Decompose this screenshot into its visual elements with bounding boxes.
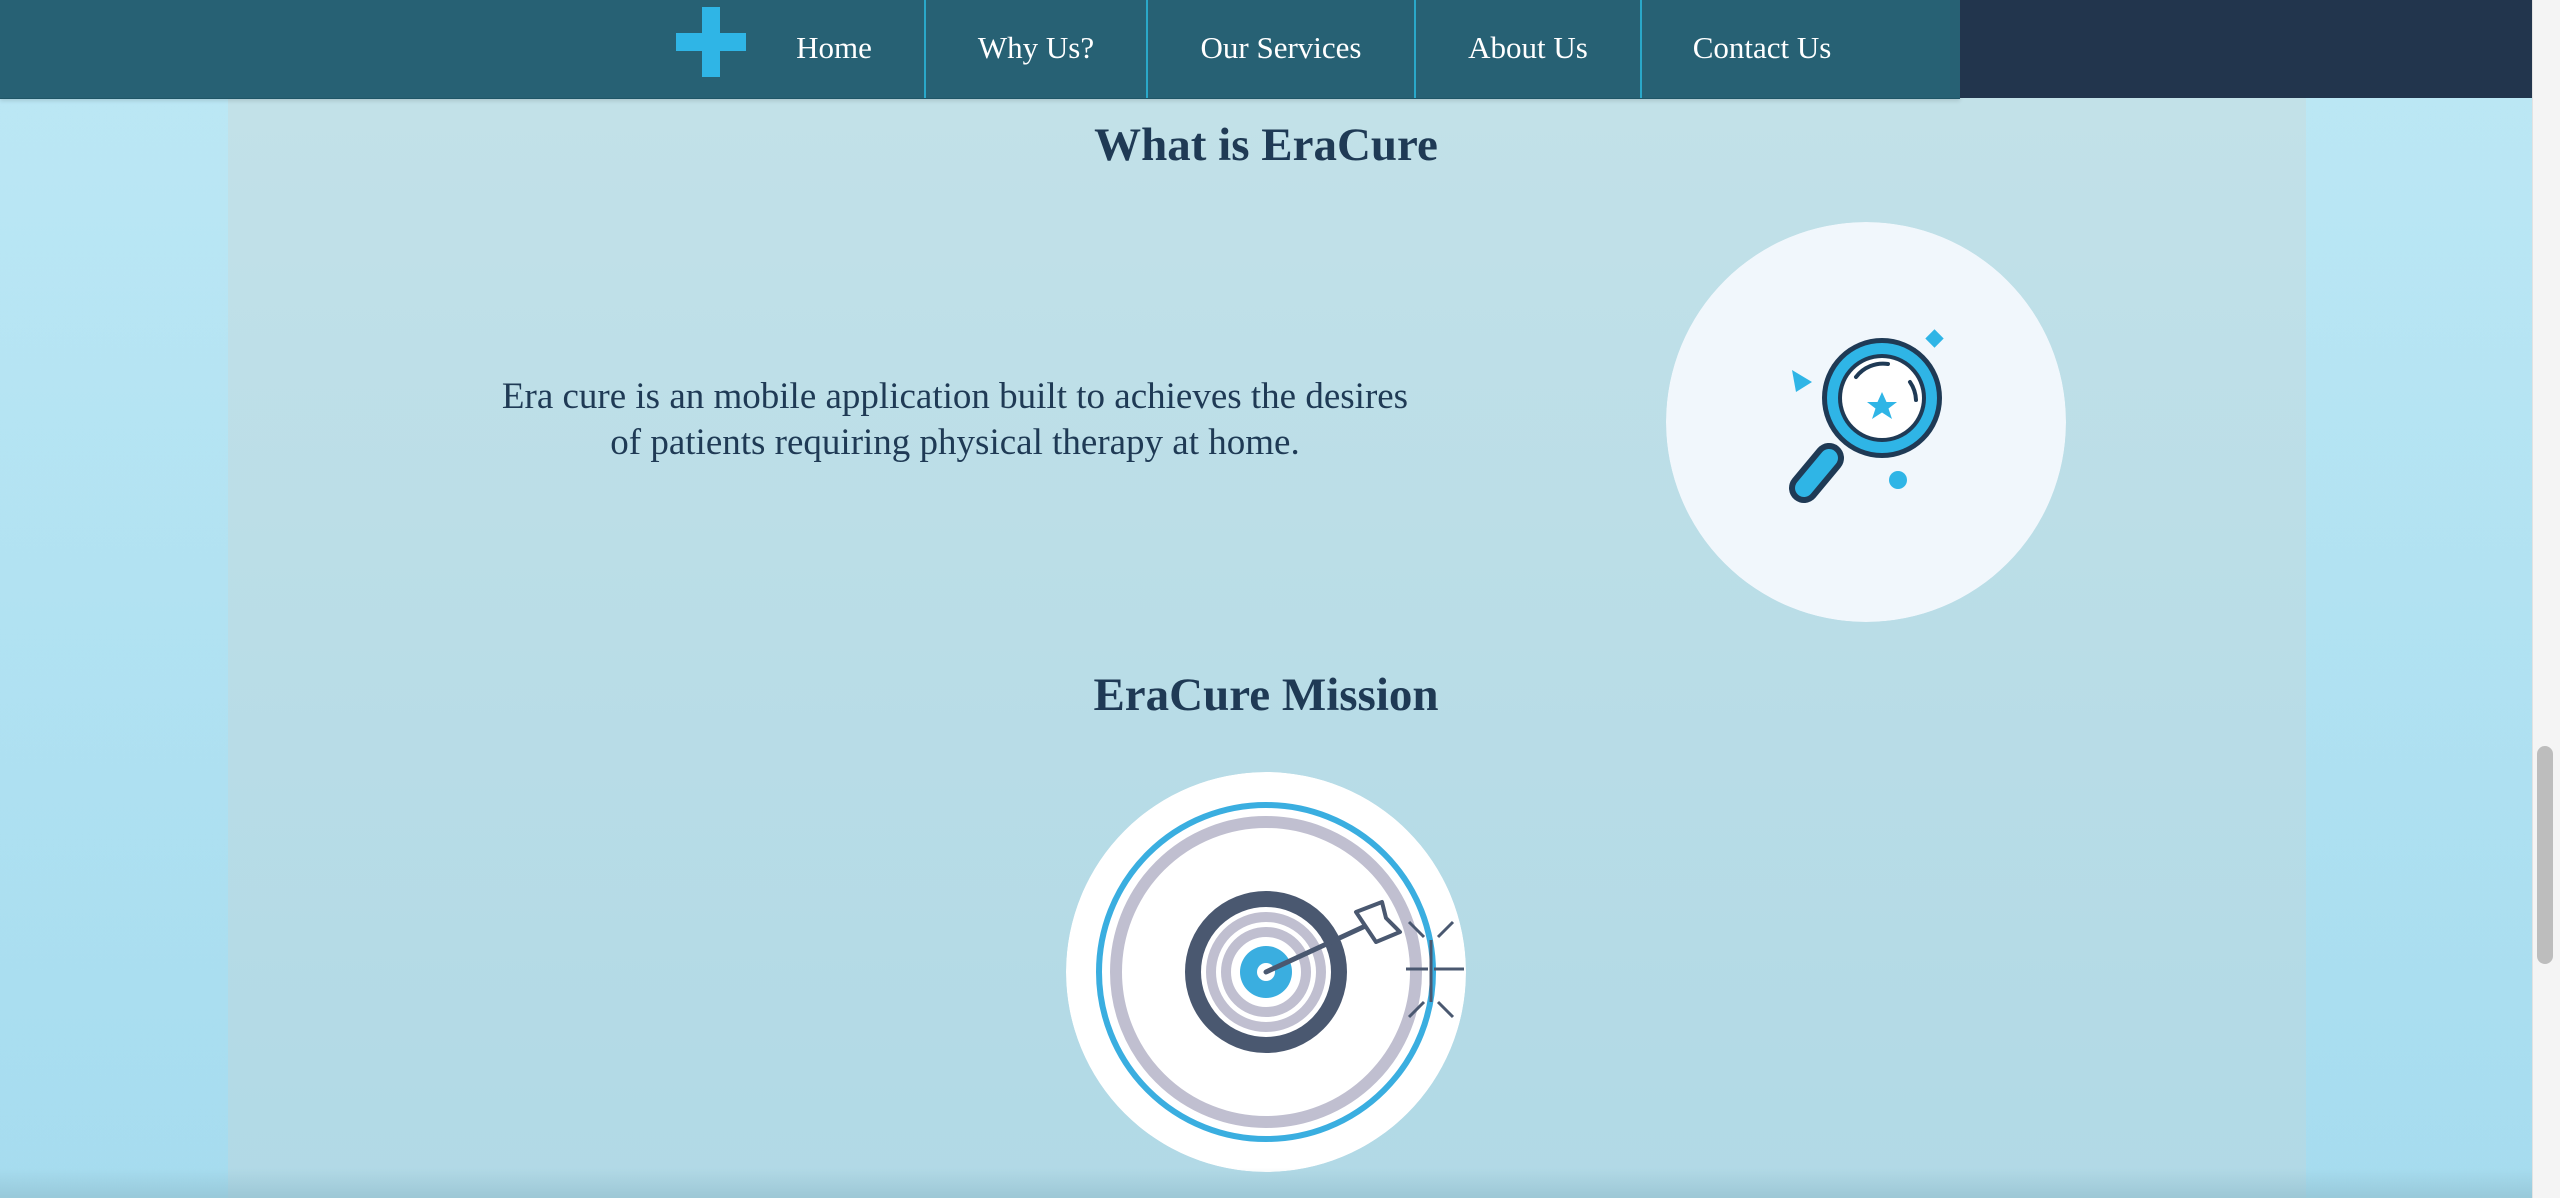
nav-item-home[interactable]: Home — [770, 0, 898, 98]
top-navigation-bar: Home Why Us? Our Services About Us Conta… — [0, 0, 1960, 99]
eracure-description: Era cure is an mobile application built … — [420, 374, 1490, 466]
magnifying-glass-icon — [1666, 222, 2066, 622]
vertical-scrollbar-track[interactable] — [2532, 0, 2560, 1198]
target-arrow-icon — [1066, 772, 1466, 1172]
nav-item-contact-us[interactable]: Contact Us — [1642, 0, 1882, 98]
eracure-mission-heading: EraCure Mission — [1093, 669, 1439, 721]
description-line-2: of patients requiring physical therapy a… — [610, 422, 1300, 463]
plus-icon[interactable] — [676, 7, 746, 77]
description-line-1: Era cure is an mobile application built … — [501, 376, 1409, 417]
nav-item-our-services[interactable]: Our Services — [1148, 0, 1414, 98]
nav-right-block — [1960, 0, 2532, 98]
nav-item-why-us[interactable]: Why Us? — [926, 0, 1146, 98]
nav-item-about-us[interactable]: About Us — [1416, 0, 1640, 98]
what-is-eracure-heading: What is EraCure — [1094, 119, 1438, 171]
vertical-scrollbar-thumb[interactable] — [2537, 746, 2553, 964]
page-bottom-shadow — [0, 1168, 2532, 1198]
